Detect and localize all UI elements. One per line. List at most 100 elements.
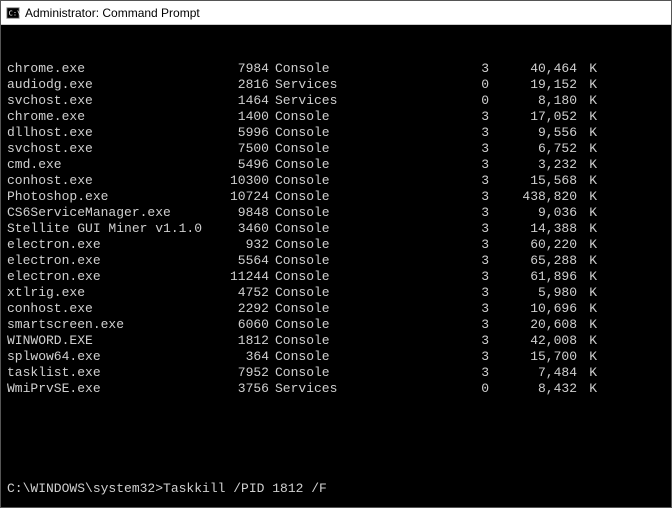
process-memory: 7,484 [489, 365, 577, 381]
process-memory: 10,696 [489, 301, 577, 317]
process-session-num: 3 [349, 61, 489, 77]
process-pid: 5564 [207, 253, 269, 269]
process-pid: 4752 [207, 285, 269, 301]
process-session-num: 3 [349, 173, 489, 189]
process-session-num: 0 [349, 77, 489, 93]
process-session: Console [269, 173, 349, 189]
process-session-num: 3 [349, 365, 489, 381]
process-name: xtlrig.exe [7, 285, 207, 301]
process-session-num: 3 [349, 333, 489, 349]
process-memory-unit: K [577, 77, 597, 93]
process-pid: 9848 [207, 205, 269, 221]
process-pid: 7500 [207, 141, 269, 157]
process-session-num: 0 [349, 381, 489, 397]
process-session-num: 3 [349, 221, 489, 237]
process-session: Console [269, 221, 349, 237]
process-session: Console [269, 189, 349, 205]
process-pid: 1464 [207, 93, 269, 109]
process-row: smartscreen.exe6060Console320,608K [7, 317, 665, 333]
process-memory-unit: K [577, 381, 597, 397]
process-pid: 11244 [207, 269, 269, 285]
process-session: Console [269, 141, 349, 157]
process-memory: 6,752 [489, 141, 577, 157]
process-name: cmd.exe [7, 157, 207, 173]
process-memory-unit: K [577, 93, 597, 109]
process-memory-unit: K [577, 141, 597, 157]
process-memory: 20,608 [489, 317, 577, 333]
process-memory-unit: K [577, 173, 597, 189]
process-name: Photoshop.exe [7, 189, 207, 205]
process-pid: 932 [207, 237, 269, 253]
process-pid: 2292 [207, 301, 269, 317]
process-memory-unit: K [577, 205, 597, 221]
process-session: Services [269, 93, 349, 109]
process-session: Console [269, 253, 349, 269]
process-session-num: 3 [349, 141, 489, 157]
process-memory-unit: K [577, 301, 597, 317]
process-memory: 3,232 [489, 157, 577, 173]
process-name: chrome.exe [7, 109, 207, 125]
process-pid: 10724 [207, 189, 269, 205]
process-session-num: 3 [349, 125, 489, 141]
process-row: chrome.exe1400Console317,052K [7, 109, 665, 125]
process-memory-unit: K [577, 61, 597, 77]
process-name: tasklist.exe [7, 365, 207, 381]
process-name: WINWORD.EXE [7, 333, 207, 349]
process-name: Stellite GUI Miner v1.1.0 [7, 221, 207, 237]
process-pid: 7952 [207, 365, 269, 381]
process-row: electron.exe11244Console361,896K [7, 269, 665, 285]
process-name: splwow64.exe [7, 349, 207, 365]
svg-text:C:\: C:\ [9, 9, 20, 17]
process-memory: 14,388 [489, 221, 577, 237]
process-memory-unit: K [577, 333, 597, 349]
process-memory-unit: K [577, 365, 597, 381]
process-memory: 8,180 [489, 93, 577, 109]
process-memory: 60,220 [489, 237, 577, 253]
process-session-num: 3 [349, 269, 489, 285]
entered-command: Taskkill /PID 1812 /F [163, 481, 327, 496]
process-row: splwow64.exe364Console315,700K [7, 349, 665, 365]
process-row: svchost.exe1464Services08,180K [7, 93, 665, 109]
process-session-num: 3 [349, 285, 489, 301]
process-memory: 61,896 [489, 269, 577, 285]
process-row: WINWORD.EXE1812Console342,008K [7, 333, 665, 349]
process-memory-unit: K [577, 189, 597, 205]
process-name: WmiPrvSE.exe [7, 381, 207, 397]
process-name: smartscreen.exe [7, 317, 207, 333]
title-bar[interactable]: C:\ Administrator: Command Prompt [1, 1, 671, 25]
process-row: xtlrig.exe4752Console35,980K [7, 285, 665, 301]
process-row: tasklist.exe7952Console37,484K [7, 365, 665, 381]
process-row: chrome.exe7984Console340,464K [7, 61, 665, 77]
process-name: svchost.exe [7, 93, 207, 109]
process-memory: 19,152 [489, 77, 577, 93]
process-session: Console [269, 365, 349, 381]
process-session-num: 3 [349, 205, 489, 221]
process-session: Services [269, 381, 349, 397]
process-memory: 42,008 [489, 333, 577, 349]
process-row: conhost.exe2292Console310,696K [7, 301, 665, 317]
process-pid: 1400 [207, 109, 269, 125]
process-pid: 5496 [207, 157, 269, 173]
cmd-icon: C:\ [5, 5, 21, 21]
process-name: electron.exe [7, 237, 207, 253]
process-name: svchost.exe [7, 141, 207, 157]
process-pid: 10300 [207, 173, 269, 189]
process-name: dllhost.exe [7, 125, 207, 141]
process-name: chrome.exe [7, 61, 207, 77]
process-memory-unit: K [577, 157, 597, 173]
process-memory-unit: K [577, 317, 597, 333]
process-row: electron.exe5564Console365,288K [7, 253, 665, 269]
process-memory-unit: K [577, 109, 597, 125]
process-session-num: 3 [349, 349, 489, 365]
process-row: audiodg.exe2816Services019,152K [7, 77, 665, 93]
process-memory: 5,980 [489, 285, 577, 301]
process-memory-unit: K [577, 285, 597, 301]
process-session: Console [269, 125, 349, 141]
process-memory: 15,568 [489, 173, 577, 189]
process-session: Console [269, 61, 349, 77]
process-session-num: 0 [349, 93, 489, 109]
process-session: Console [269, 301, 349, 317]
process-row: conhost.exe10300Console315,568K [7, 173, 665, 189]
process-session: Console [269, 237, 349, 253]
terminal-output[interactable]: chrome.exe7984Console340,464Kaudiodg.exe… [1, 25, 671, 507]
